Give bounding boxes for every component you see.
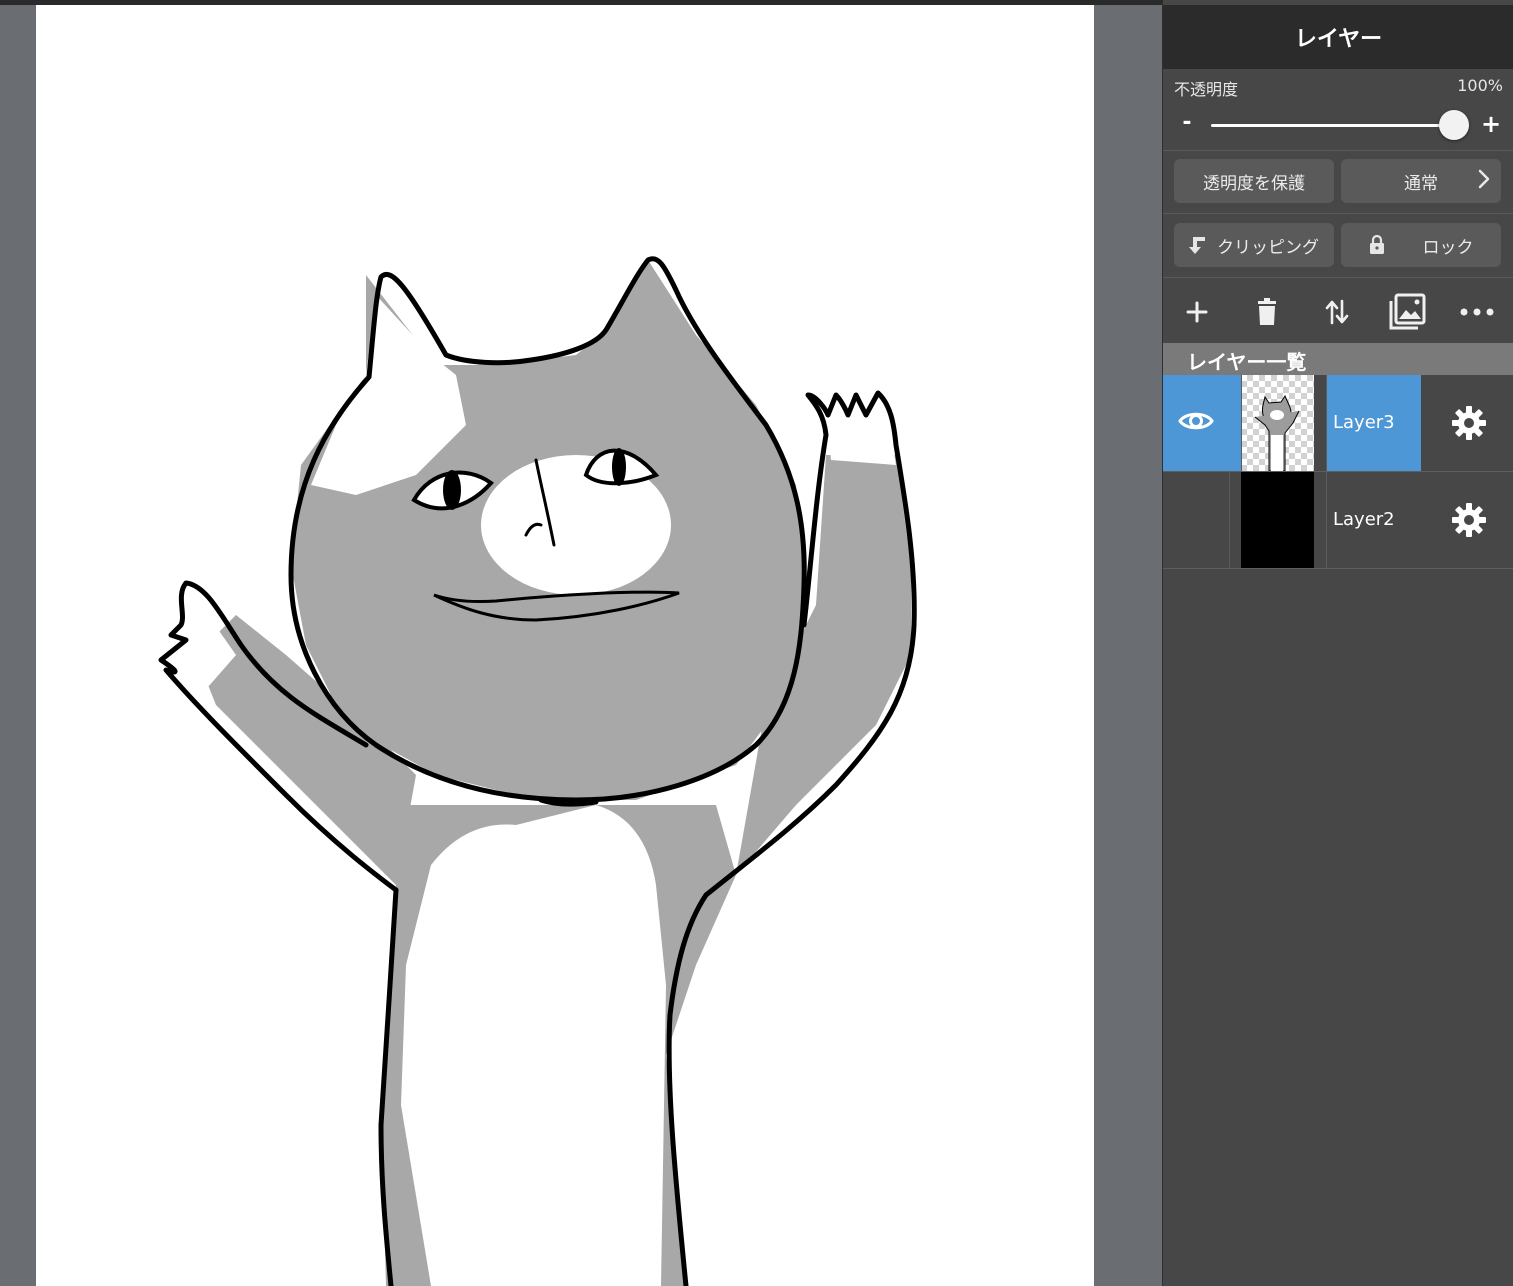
layer-name: Layer2: [1333, 509, 1395, 530]
cat-drawing: [158, 256, 917, 1286]
opacity-value: 100%: [1457, 76, 1503, 95]
row-highlight: [1229, 375, 1241, 471]
gear-icon[interactable]: [1449, 500, 1489, 540]
layer-list-header: レイヤー一覧: [1163, 343, 1513, 375]
opacity-slider-track[interactable]: [1211, 124, 1455, 127]
visibility-toggle[interactable]: [1163, 375, 1229, 471]
lock-label: ロック: [1422, 237, 1474, 258]
blend-mode-label: 通常: [1404, 173, 1438, 194]
protect-alpha-label: 透明度を保護: [1203, 173, 1305, 194]
panel-header: レイヤー: [1163, 5, 1513, 69]
layer-thumbnail: [1241, 472, 1314, 568]
gear-icon[interactable]: [1449, 403, 1489, 443]
plus-icon[interactable]: [1175, 290, 1219, 334]
lock-button[interactable]: ロック: [1341, 223, 1501, 267]
eye-icon: [1178, 409, 1214, 437]
layer-row[interactable]: Layer3: [1163, 375, 1513, 472]
image-icon[interactable]: [1385, 290, 1429, 334]
blend-mode-button[interactable]: 通常: [1341, 159, 1501, 203]
divider: [1229, 472, 1230, 568]
divider: [1241, 375, 1242, 471]
layer-name-cell[interactable]: Layer3: [1327, 375, 1421, 471]
opacity-decrease-button[interactable]: -: [1177, 110, 1197, 135]
drawing-paper[interactable]: [36, 5, 1094, 1286]
opacity-label: 不透明度: [1174, 80, 1239, 99]
opacity-increase-button[interactable]: +: [1480, 110, 1502, 138]
clipping-icon: [1189, 235, 1207, 255]
chevron-right-icon: [1477, 168, 1491, 196]
panel-title: レイヤー: [1294, 27, 1383, 52]
trash-icon[interactable]: [1245, 290, 1289, 334]
clipping-label: クリッピング: [1217, 237, 1319, 258]
layer-row[interactable]: Layer2: [1163, 472, 1513, 569]
clipping-button[interactable]: クリッピング: [1174, 223, 1334, 267]
layer-toolbar: [1163, 280, 1513, 342]
layer-list-title: レイヤー一覧: [1187, 350, 1307, 374]
divider: [1163, 150, 1513, 151]
protect-alpha-button[interactable]: 透明度を保護: [1174, 159, 1334, 203]
divider: [1163, 213, 1513, 214]
divider: [1163, 277, 1513, 278]
more-icon[interactable]: [1455, 290, 1499, 334]
lock-icon: [1369, 235, 1385, 255]
layer-thumbnail: [1241, 375, 1314, 471]
layer-panel: レイヤー 不透明度 100% - + 透明度を保護 通常 クリッピング ロック: [1162, 0, 1513, 1286]
canvas-area[interactable]: [0, 5, 1162, 1286]
visibility-toggle[interactable]: [1163, 472, 1229, 568]
move-layer-icon[interactable]: [1315, 290, 1359, 334]
opacity-slider-thumb[interactable]: [1439, 110, 1469, 140]
layer-name-cell[interactable]: Layer2: [1327, 472, 1421, 568]
opacity-control: 不透明度 100% - +: [1163, 70, 1513, 150]
layer-name: Layer3: [1333, 412, 1395, 433]
